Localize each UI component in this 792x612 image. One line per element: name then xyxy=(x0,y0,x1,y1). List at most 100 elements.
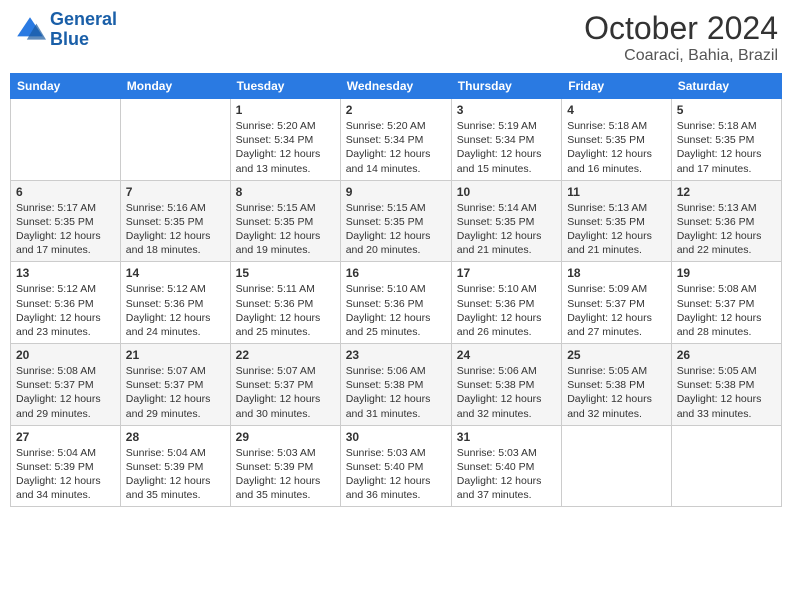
calendar-row: 1 Sunrise: 5:20 AM Sunset: 5:34 PM Daylig… xyxy=(11,99,782,181)
table-cell: 1 Sunrise: 5:20 AM Sunset: 5:34 PM Daylig… xyxy=(230,99,340,181)
day-number: 27 xyxy=(16,430,115,444)
col-sunday: Sunday xyxy=(11,74,121,99)
table-cell xyxy=(562,425,672,507)
table-cell: 31 Sunrise: 5:03 AM Sunset: 5:40 PM Dayli… xyxy=(451,425,561,507)
day-number: 26 xyxy=(677,348,776,362)
day-number: 13 xyxy=(16,266,115,280)
table-cell: 15 Sunrise: 5:11 AM Sunset: 5:36 PM Dayli… xyxy=(230,262,340,344)
table-cell: 7Sunrise: 5:16 AM Sunset: 5:35 PM Daylig… xyxy=(120,180,230,262)
table-cell: 8 Sunrise: 5:15 AM Sunset: 5:35 PM Daylig… xyxy=(230,180,340,262)
day-number: 2 xyxy=(346,103,446,117)
cell-info: Sunrise: 5:04 AM Sunset: 5:39 PM Dayligh… xyxy=(126,446,225,503)
calendar-row: 27 Sunrise: 5:04 AM Sunset: 5:39 PM Dayli… xyxy=(11,425,782,507)
col-thursday: Thursday xyxy=(451,74,561,99)
table-cell: 5 Sunrise: 5:18 AM Sunset: 5:35 PM Daylig… xyxy=(671,99,781,181)
cell-info: Sunrise: 5:18 AM Sunset: 5:35 PM Dayligh… xyxy=(677,119,776,176)
table-cell: 3 Sunrise: 5:19 AM Sunset: 5:34 PM Daylig… xyxy=(451,99,561,181)
calendar-table: Sunday Monday Tuesday Wednesday Thursday… xyxy=(10,73,782,507)
day-number: 16 xyxy=(346,266,446,280)
logo: General Blue xyxy=(14,10,117,50)
table-cell: 29 Sunrise: 5:03 AM Sunset: 5:39 PM Dayli… xyxy=(230,425,340,507)
table-cell: 21 Sunrise: 5:07 AM Sunset: 5:37 PM Dayli… xyxy=(120,344,230,426)
col-friday: Friday xyxy=(562,74,672,99)
day-number: 9 xyxy=(346,185,446,199)
table-cell: 12 Sunrise: 5:13 AM Sunset: 5:36 PM Dayli… xyxy=(671,180,781,262)
cell-info: Sunrise: 5:10 AM Sunset: 5:36 PM Dayligh… xyxy=(457,282,556,339)
cell-info: Sunrise: 5:09 AM Sunset: 5:37 PM Dayligh… xyxy=(567,282,666,339)
table-cell: 13 Sunrise: 5:12 AM Sunset: 5:36 PM Dayli… xyxy=(11,262,121,344)
table-cell: 19 Sunrise: 5:08 AM Sunset: 5:37 PM Dayli… xyxy=(671,262,781,344)
cell-info: Sunrise: 5:08 AM Sunset: 5:37 PM Dayligh… xyxy=(677,282,776,339)
table-cell: 23Sunrise: 5:06 AM Sunset: 5:38 PM Dayli… xyxy=(340,344,451,426)
cell-info: Sunrise: 5:07 AM Sunset: 5:37 PM Dayligh… xyxy=(236,364,335,421)
table-cell: 27Sunrise: 5:04 AM Sunset: 5:39 PM Dayli… xyxy=(11,425,121,507)
day-number: 7 xyxy=(126,185,225,199)
table-cell: 25 Sunrise: 5:05 AM Sunset: 5:38 PM Dayli… xyxy=(562,344,672,426)
day-number: 11 xyxy=(567,185,666,199)
col-tuesday: Tuesday xyxy=(230,74,340,99)
calendar-row: 13 Sunrise: 5:12 AM Sunset: 5:36 PM Dayli… xyxy=(11,262,782,344)
day-number: 14 xyxy=(126,266,225,280)
day-number: 24 xyxy=(457,348,556,362)
cell-info: Sunrise: 5:07 AM Sunset: 5:37 PM Dayligh… xyxy=(126,364,225,421)
day-number: 3 xyxy=(457,103,556,117)
cell-info: Sunrise: 5:05 AM Sunset: 5:38 PM Dayligh… xyxy=(677,364,776,421)
cell-info: Sunrise: 5:05 AM Sunset: 5:38 PM Dayligh… xyxy=(567,364,666,421)
cell-info: Sunrise: 5:17 AM Sunset: 5:35 PM Dayligh… xyxy=(16,201,115,258)
day-number: 12 xyxy=(677,185,776,199)
cell-info: Sunrise: 5:15 AM Sunset: 5:35 PM Dayligh… xyxy=(236,201,335,258)
cell-info: Sunrise: 5:20 AM Sunset: 5:34 PM Dayligh… xyxy=(236,119,335,176)
table-cell: 6Sunrise: 5:17 AM Sunset: 5:35 PM Daylig… xyxy=(11,180,121,262)
day-number: 31 xyxy=(457,430,556,444)
day-number: 1 xyxy=(236,103,335,117)
location-title: Coaraci, Bahia, Brazil xyxy=(584,47,778,65)
day-number: 15 xyxy=(236,266,335,280)
day-number: 10 xyxy=(457,185,556,199)
table-cell: 4Sunrise: 5:18 AM Sunset: 5:35 PM Daylig… xyxy=(562,99,672,181)
col-monday: Monday xyxy=(120,74,230,99)
day-number: 28 xyxy=(126,430,225,444)
day-number: 29 xyxy=(236,430,335,444)
day-number: 18 xyxy=(567,266,666,280)
table-cell: 9 Sunrise: 5:15 AM Sunset: 5:35 PM Daylig… xyxy=(340,180,451,262)
cell-info: Sunrise: 5:13 AM Sunset: 5:35 PM Dayligh… xyxy=(567,201,666,258)
cell-info: Sunrise: 5:15 AM Sunset: 5:35 PM Dayligh… xyxy=(346,201,446,258)
logo-line1: General xyxy=(50,9,117,29)
day-number: 17 xyxy=(457,266,556,280)
day-number: 21 xyxy=(126,348,225,362)
cell-info: Sunrise: 5:20 AM Sunset: 5:34 PM Dayligh… xyxy=(346,119,446,176)
day-number: 25 xyxy=(567,348,666,362)
cell-info: Sunrise: 5:03 AM Sunset: 5:40 PM Dayligh… xyxy=(346,446,446,503)
cell-info: Sunrise: 5:19 AM Sunset: 5:34 PM Dayligh… xyxy=(457,119,556,176)
table-cell: 16Sunrise: 5:10 AM Sunset: 5:36 PM Dayli… xyxy=(340,262,451,344)
cell-info: Sunrise: 5:12 AM Sunset: 5:36 PM Dayligh… xyxy=(16,282,115,339)
table-cell: 11 Sunrise: 5:13 AM Sunset: 5:35 PM Dayli… xyxy=(562,180,672,262)
cell-info: Sunrise: 5:13 AM Sunset: 5:36 PM Dayligh… xyxy=(677,201,776,258)
day-number: 23 xyxy=(346,348,446,362)
calendar-row: 20Sunrise: 5:08 AM Sunset: 5:37 PM Dayli… xyxy=(11,344,782,426)
table-cell: 20Sunrise: 5:08 AM Sunset: 5:37 PM Dayli… xyxy=(11,344,121,426)
table-cell: 18 Sunrise: 5:09 AM Sunset: 5:37 PM Dayli… xyxy=(562,262,672,344)
cell-info: Sunrise: 5:06 AM Sunset: 5:38 PM Dayligh… xyxy=(457,364,556,421)
day-number: 30 xyxy=(346,430,446,444)
cell-info: Sunrise: 5:18 AM Sunset: 5:35 PM Dayligh… xyxy=(567,119,666,176)
table-cell: 26 Sunrise: 5:05 AM Sunset: 5:38 PM Dayli… xyxy=(671,344,781,426)
table-cell: 28 Sunrise: 5:04 AM Sunset: 5:39 PM Dayli… xyxy=(120,425,230,507)
table-cell: 17 Sunrise: 5:10 AM Sunset: 5:36 PM Dayli… xyxy=(451,262,561,344)
page-header: General Blue October 2024 Coaraci, Bahia… xyxy=(10,10,782,65)
day-number: 20 xyxy=(16,348,115,362)
table-cell xyxy=(671,425,781,507)
cell-info: Sunrise: 5:03 AM Sunset: 5:39 PM Dayligh… xyxy=(236,446,335,503)
title-block: October 2024 Coaraci, Bahia, Brazil xyxy=(584,10,778,65)
table-cell xyxy=(11,99,121,181)
col-wednesday: Wednesday xyxy=(340,74,451,99)
day-number: 19 xyxy=(677,266,776,280)
cell-info: Sunrise: 5:11 AM Sunset: 5:36 PM Dayligh… xyxy=(236,282,335,339)
table-cell: 22 Sunrise: 5:07 AM Sunset: 5:37 PM Dayli… xyxy=(230,344,340,426)
day-number: 5 xyxy=(677,103,776,117)
day-number: 22 xyxy=(236,348,335,362)
cell-info: Sunrise: 5:03 AM Sunset: 5:40 PM Dayligh… xyxy=(457,446,556,503)
day-number: 8 xyxy=(236,185,335,199)
header-row: Sunday Monday Tuesday Wednesday Thursday… xyxy=(11,74,782,99)
logo-text: General Blue xyxy=(50,10,117,50)
